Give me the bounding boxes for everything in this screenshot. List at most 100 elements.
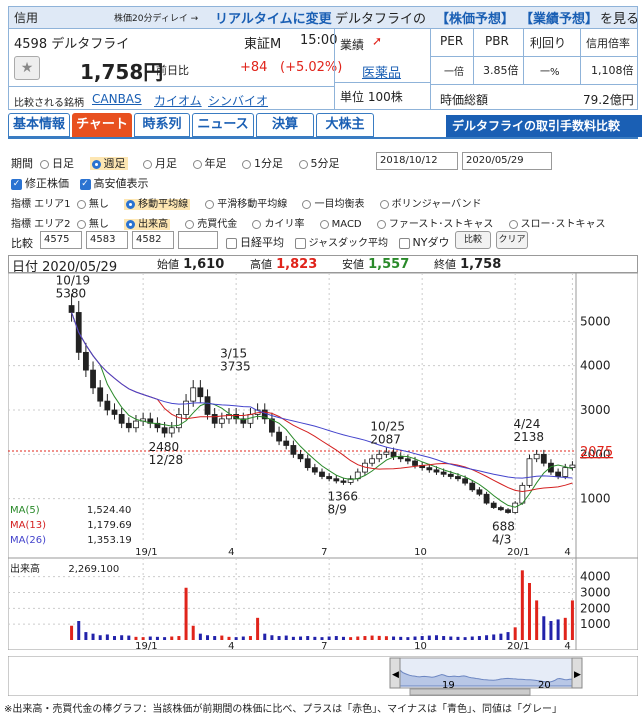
compare-stock-1[interactable]: CANBAS (92, 92, 142, 106)
nikkei-checkbox[interactable] (226, 237, 237, 249)
period-daily-radio[interactable] (40, 159, 49, 169)
compare-code-4[interactable] (178, 231, 218, 249)
ind1-none-radio[interactable] (76, 199, 86, 209)
volume-xtick-label: 19/1 (135, 641, 157, 650)
volume-bar (320, 637, 324, 640)
ind2-macd-label: MACD (331, 219, 362, 230)
candle-body (462, 478, 468, 484)
pbr-value: 3.85倍 (483, 64, 519, 77)
clear-button[interactable]: クリア (496, 231, 528, 249)
volume-bar (492, 634, 496, 640)
volume-bar (241, 636, 245, 640)
date-from-input[interactable]: 2018/10/12 (376, 152, 458, 170)
ohlc-high: 1,823 (276, 257, 318, 272)
ind1-ema-radio[interactable] (205, 199, 215, 209)
volume-bar (334, 636, 338, 640)
compare-code-2[interactable]: 4583 (86, 231, 128, 249)
tab-news[interactable]: ニュース (192, 113, 254, 137)
tab-earnings[interactable]: 決算 (256, 113, 314, 137)
ind2-turnover-radio[interactable] (185, 219, 195, 229)
volume-bar (306, 636, 310, 640)
volume-bar (148, 636, 152, 640)
ind1-ma-radio[interactable] (126, 199, 136, 209)
compare-stock-3[interactable]: シンバイオ (208, 92, 268, 109)
commission-compare-banner[interactable]: デルタフライの取引手数料比較 (446, 115, 642, 137)
compare-code-1[interactable]: 4575 (40, 231, 82, 249)
ind1-bollinger-radio[interactable] (379, 199, 389, 209)
volume-bar (213, 636, 217, 640)
candle-body (118, 414, 125, 424)
nav-scrollbar[interactable] (409, 688, 531, 696)
compare-row-label: 比較 (11, 237, 33, 250)
candle-body (197, 387, 204, 398)
market-label: 東証M (244, 37, 282, 52)
tab-major-shareholders[interactable]: 大株主 (316, 113, 374, 137)
stock-forecast-link[interactable]: 【株価予想】 (436, 8, 514, 27)
volume-bar (442, 636, 446, 640)
period-1min-radio[interactable] (242, 159, 251, 169)
tab-basic-info[interactable]: 基本情報 (8, 113, 70, 137)
annotation-date: 10/25 (370, 419, 405, 433)
volume-bar (399, 636, 403, 640)
star-icon[interactable]: ★ (14, 56, 40, 80)
ind2-deviation-radio[interactable] (252, 219, 262, 229)
compare-stock-2[interactable]: カイオム (154, 92, 202, 109)
ind2-none-radio[interactable] (76, 219, 86, 229)
period-weekly-label: 週足 (103, 157, 126, 170)
volume-bar (420, 636, 424, 640)
view-text: を見る (600, 12, 640, 27)
ma5-name: MA(5) (10, 505, 40, 516)
candle-body (218, 418, 225, 424)
volume-bar (184, 587, 188, 640)
volume-bar (520, 570, 524, 640)
per-value: 一倍 (444, 67, 464, 78)
volume-bar (477, 636, 481, 640)
performance-forecast-link[interactable]: 【業績予想】 (520, 8, 598, 27)
ind2-macd-radio[interactable] (319, 219, 329, 229)
candle-body (168, 427, 175, 434)
nav-tick-19: 19 (442, 680, 455, 691)
candle-body (90, 369, 96, 389)
period-weekly-radio[interactable] (91, 159, 101, 169)
realtime-link[interactable]: リアルタイムに変更 (215, 8, 332, 27)
nav-tick-20: 20 (538, 680, 551, 691)
tab-chart[interactable]: チャート (72, 113, 132, 137)
candle-body (311, 467, 318, 473)
ind2-fast-stoch-radio[interactable] (376, 219, 386, 229)
candle-body (283, 440, 290, 446)
highlow-checkbox[interactable]: ✓ (79, 178, 91, 190)
volume-bar (392, 636, 396, 640)
nikkei-label: 日経平均 (240, 236, 284, 249)
date-to-input[interactable]: 2020/05/29 (462, 152, 552, 170)
annotation-value: 3735 (220, 359, 251, 373)
volume-bar (256, 617, 260, 640)
period-5min-radio[interactable] (298, 159, 308, 169)
nydow-checkbox[interactable] (398, 237, 410, 249)
period-monthly-radio[interactable] (143, 159, 152, 169)
candle-body (540, 453, 547, 464)
volume-bar (284, 635, 288, 640)
ohlc-low: 1,557 (368, 257, 410, 272)
jasdaq-checkbox[interactable] (294, 237, 306, 249)
ind1-ichimoku-radio[interactable] (302, 199, 312, 209)
sector-link[interactable]: 医薬品 (362, 62, 401, 81)
range-navigator[interactable]: ◀ ▶ 19 20 (8, 656, 638, 696)
ind2-volume-radio[interactable] (126, 219, 136, 229)
compare-button[interactable]: 比較 (455, 231, 491, 249)
compare-code-3[interactable]: 4582 (132, 231, 174, 249)
ohlc-open: 1,610 (183, 257, 225, 272)
annotation-value: 2138 (513, 430, 544, 444)
performance-label: 業績 (340, 38, 365, 52)
volume-bar (570, 600, 574, 640)
volume-bar (70, 625, 74, 640)
candle-body (562, 467, 569, 477)
period-yearly-radio[interactable] (192, 159, 202, 169)
volume-bar (341, 636, 345, 640)
ind2-slow-stoch-radio[interactable] (508, 219, 518, 229)
tab-time-series[interactable]: 時系列 (134, 113, 190, 137)
volume-bar (163, 637, 167, 640)
candle-body (68, 305, 75, 313)
annotation-value: 688 (492, 519, 515, 533)
adjusted-price-checkbox[interactable]: ✓ (11, 178, 22, 190)
annotation-value: 2480 (149, 440, 180, 454)
